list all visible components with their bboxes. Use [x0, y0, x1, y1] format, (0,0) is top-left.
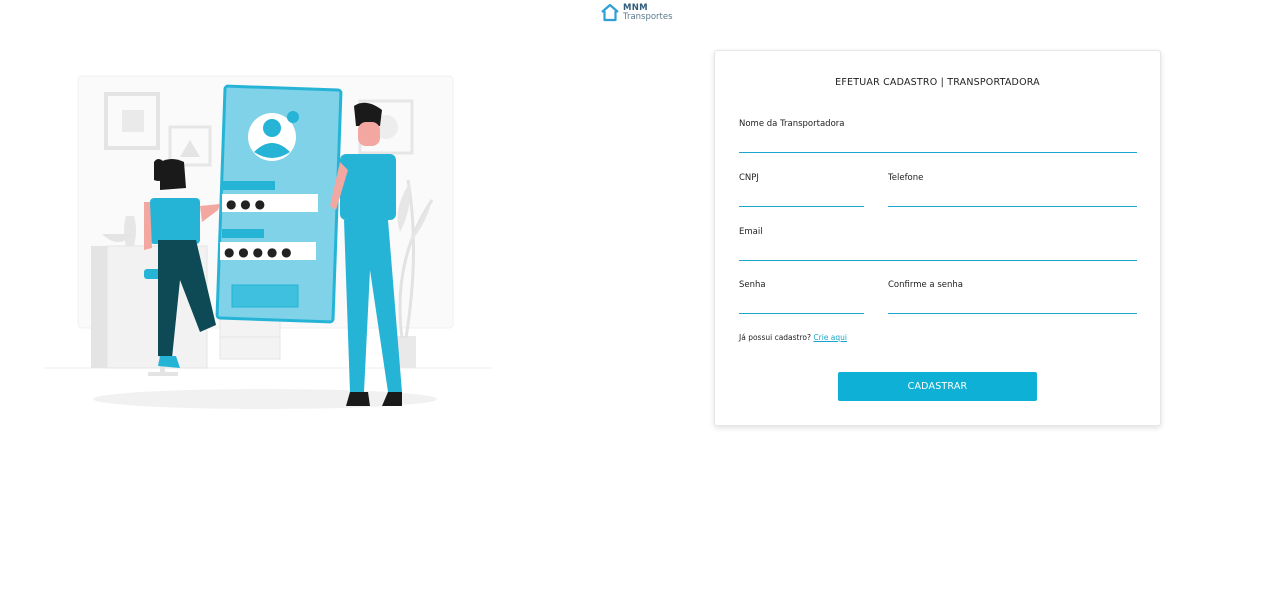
login-prompt: Já possui cadastro? Crie aqui: [739, 333, 847, 342]
senha-label: Senha: [739, 280, 766, 290]
login-link[interactable]: Crie aqui: [813, 333, 847, 342]
senha-input[interactable]: [739, 298, 864, 314]
form-title: EFETUAR CADASTRO | TRANSPORTADORA: [835, 77, 1040, 88]
cnpj-label: CNPJ: [739, 173, 759, 183]
nome-input[interactable]: [739, 137, 1137, 153]
field-cnpj: CNPJ: [739, 173, 864, 207]
nome-label: Nome da Transportadora: [739, 119, 845, 129]
field-email: Email: [739, 227, 1137, 261]
field-nome: Nome da Transportadora: [739, 119, 1137, 153]
confirma-senha-input[interactable]: [888, 298, 1137, 314]
field-confirma-senha: Confirme a senha: [888, 280, 1137, 314]
cnpj-input[interactable]: [739, 191, 864, 207]
field-senha: Senha: [739, 280, 864, 314]
house-icon: [601, 3, 619, 22]
brand-name: MNM Transportes: [623, 4, 673, 22]
telefone-label: Telefone: [888, 173, 924, 183]
field-telefone: Telefone: [888, 173, 1137, 207]
brand-logo[interactable]: MNM Transportes: [600, 3, 673, 23]
password-mask-2: ● ● ● ● ●: [224, 245, 292, 259]
signup-illustration: ● ● ● ● ● ● ● ●: [44, 75, 492, 409]
telefone-input[interactable]: [888, 191, 1137, 207]
login-prompt-text: Já possui cadastro?: [739, 333, 811, 342]
brand-line2: Transportes: [623, 12, 673, 22]
email-label: Email: [739, 227, 763, 237]
signup-card: EFETUAR CADASTRO | TRANSPORTADORA Nome d…: [714, 50, 1161, 426]
email-input[interactable]: [739, 245, 1137, 261]
cadastrar-button[interactable]: CADASTRAR: [838, 372, 1037, 401]
password-mask-1: ● ● ●: [226, 197, 265, 211]
confirma-senha-label: Confirme a senha: [888, 280, 963, 290]
